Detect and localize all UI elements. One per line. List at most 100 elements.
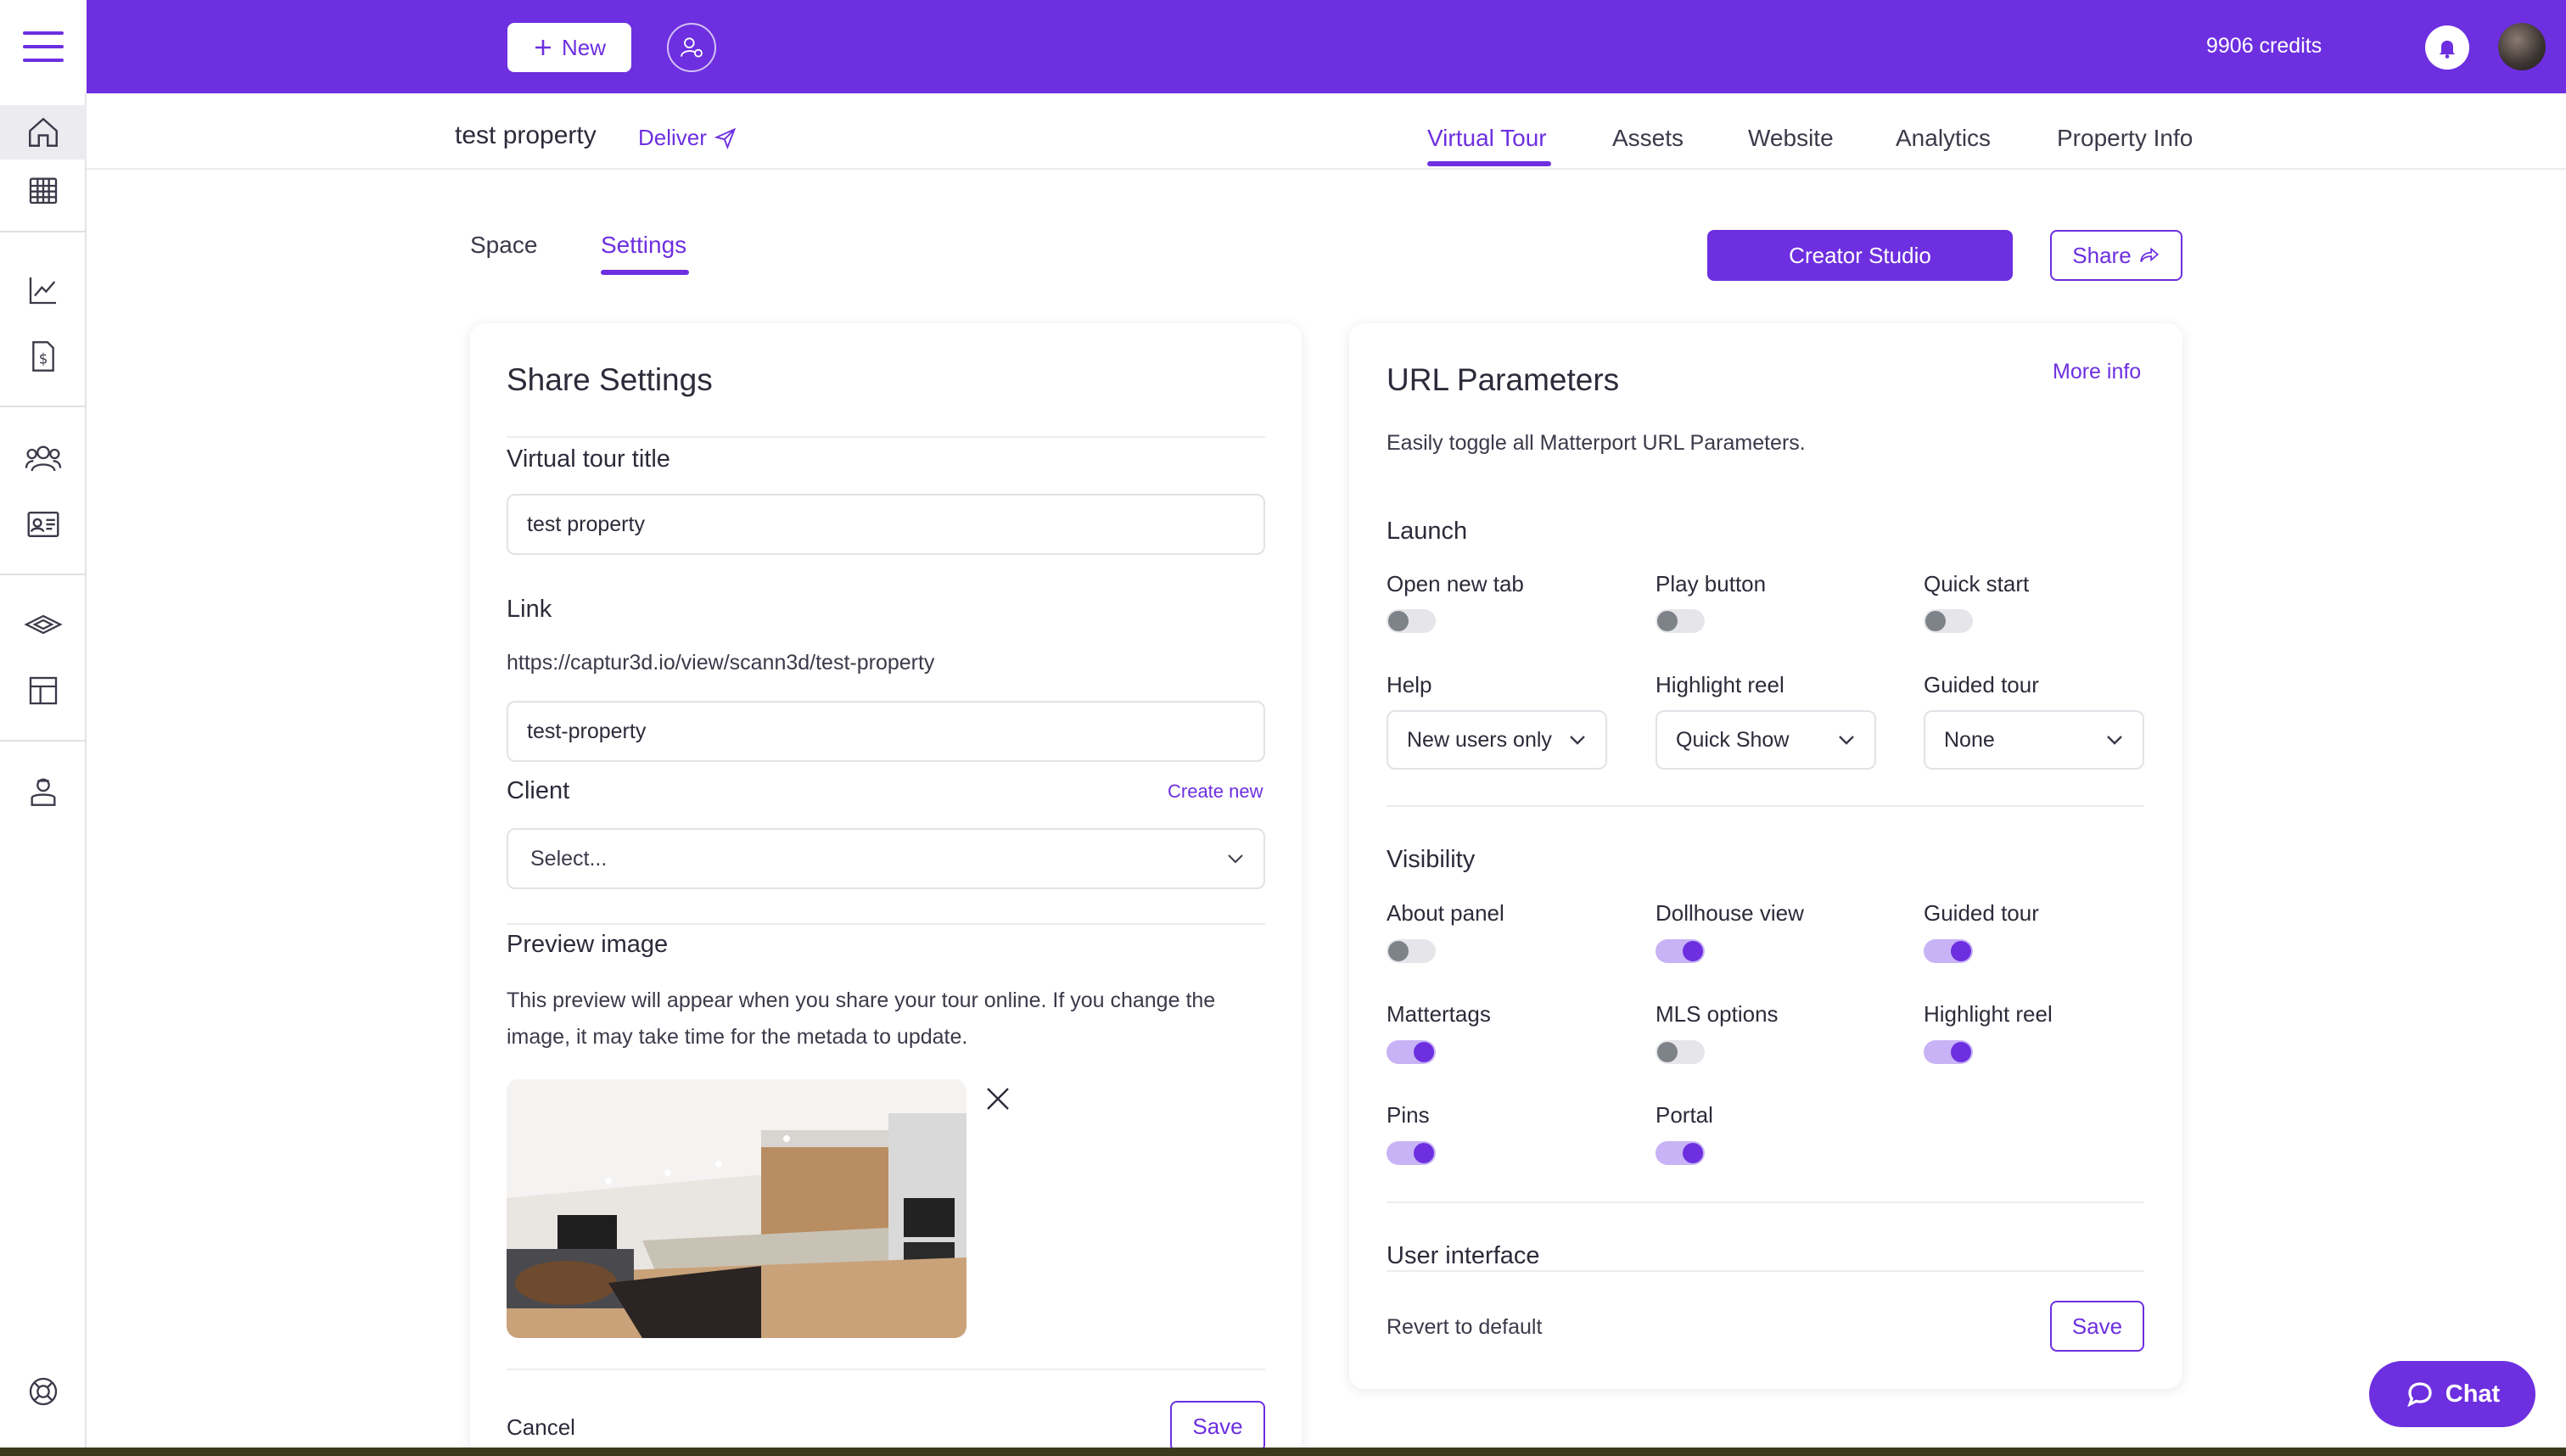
sidebar-item-analytics[interactable] — [23, 270, 64, 311]
preview-image-description: This preview will appear when you share … — [507, 988, 1216, 1049]
portal-toggle[interactable] — [1656, 1141, 1705, 1165]
creator-studio-button[interactable]: Creator Studio — [1707, 230, 2013, 281]
share-arrow-icon — [2140, 247, 2159, 262]
new-button[interactable]: New — [507, 23, 631, 72]
sidebar-item-invoices[interactable]: $ — [23, 336, 64, 377]
deliver-link[interactable]: Deliver — [638, 125, 737, 151]
share-settings-save-button[interactable]: Save — [1170, 1401, 1265, 1452]
sidebar-item-spaces[interactable] — [23, 604, 64, 645]
help-lifebuoy-icon — [29, 1377, 58, 1406]
url-parameters-title: URL Parameters — [1387, 362, 1620, 397]
cancel-button[interactable]: Cancel — [507, 1414, 575, 1441]
home-icon — [29, 117, 58, 147]
analytics-chart-icon — [29, 277, 56, 305]
client-label: Client — [507, 777, 570, 804]
active-subtab-indicator — [601, 270, 689, 275]
sidebar-item-contacts[interactable] — [23, 504, 64, 545]
sidebar-item-layouts[interactable] — [23, 670, 64, 711]
about-panel-toggle[interactable] — [1387, 939, 1436, 963]
more-info-link[interactable]: More info — [2053, 360, 2141, 384]
open-new-tab-label: Open new tab — [1387, 571, 1524, 596]
client-select[interactable]: Select... — [507, 828, 1265, 889]
tab-website[interactable]: Website — [1748, 125, 1834, 152]
sidebar-item-team[interactable] — [23, 438, 64, 479]
preview-image-label: Preview image — [507, 931, 669, 958]
share-settings-card: Share Settings Virtual tour title test p… — [470, 323, 1302, 1456]
tour-title-label: Virtual tour title — [507, 445, 670, 473]
mls-options-toggle[interactable] — [1656, 1040, 1705, 1064]
guided-tour-select[interactable]: None — [1924, 710, 2144, 770]
tab-virtual-tour[interactable]: Virtual Tour — [1427, 125, 1547, 152]
highlight-reel-select-value: Quick Show — [1676, 727, 1790, 752]
chevron-down-icon — [1570, 736, 1585, 745]
help-select[interactable]: New users only — [1387, 710, 1607, 770]
sidebar-item-calendar[interactable] — [23, 170, 64, 210]
user-settings-icon — [681, 37, 703, 58]
sidebar-item-profile[interactable] — [23, 770, 64, 811]
create-new-client-link[interactable]: Create new — [1168, 781, 1263, 803]
play-button-toggle[interactable] — [1656, 609, 1705, 633]
highlight-reel-toggle[interactable] — [1924, 1040, 1973, 1064]
tab-property-info[interactable]: Property Info — [2057, 125, 2193, 152]
url-parameters-save-button[interactable]: Save — [2050, 1301, 2144, 1352]
chat-label: Chat — [2445, 1380, 2501, 1408]
user-avatar[interactable] — [2498, 23, 2546, 70]
contact-card-icon — [27, 511, 59, 538]
subtab-space[interactable]: Space — [470, 232, 537, 259]
revert-to-default-button[interactable]: Revert to default — [1387, 1315, 1542, 1340]
share-button[interactable]: Share — [2050, 230, 2182, 281]
subtab-settings[interactable]: Settings — [601, 232, 686, 259]
user-badge-icon — [31, 778, 56, 806]
guided-tour-select-value: None — [1944, 727, 1995, 752]
dollhouse-view-toggle[interactable] — [1656, 939, 1705, 963]
link-url: https://captur3d.io/view/scann3d/test-pr… — [507, 651, 935, 675]
deliver-label: Deliver — [638, 125, 707, 150]
mattertags-toggle[interactable] — [1387, 1040, 1436, 1064]
pins-label: Pins — [1387, 1102, 1430, 1128]
open-new-tab-toggle[interactable] — [1387, 609, 1436, 633]
link-label: Link — [507, 596, 552, 623]
chat-bubble-icon — [2406, 1382, 2432, 1408]
guided-tour-label: Guided tour — [1924, 900, 2039, 926]
menu-button[interactable] — [0, 0, 87, 93]
property-title: test property — [455, 121, 597, 149]
highlight-reel-select[interactable]: Quick Show — [1656, 710, 1876, 770]
chevron-down-icon — [1228, 854, 1243, 864]
chat-button[interactable]: Chat — [2369, 1361, 2535, 1427]
svg-text:$: $ — [39, 350, 48, 367]
plus-icon — [535, 40, 551, 55]
sidebar: $ — [0, 0, 87, 1456]
sidebar-item-home[interactable] — [0, 105, 87, 160]
notifications-button[interactable] — [2425, 25, 2469, 70]
tab-analytics[interactable]: Analytics — [1896, 125, 1991, 152]
sidebar-item-help[interactable] — [23, 1371, 64, 1412]
url-parameters-description: Easily toggle all Matterport URL Paramet… — [1387, 431, 1806, 455]
url-parameters-card: URL Parameters More info Easily toggle a… — [1349, 323, 2182, 1389]
remove-image-icon[interactable] — [984, 1085, 1011, 1112]
new-button-label: New — [561, 34, 606, 60]
mattertags-label: Mattertags — [1387, 1001, 1491, 1027]
invoice-icon: $ — [32, 341, 54, 372]
dollhouse-view-label: Dollhouse view — [1656, 900, 1804, 926]
share-settings-title: Share Settings — [507, 362, 713, 397]
tour-title-value: test property — [527, 512, 645, 536]
chevron-down-icon — [2107, 736, 2122, 745]
chevron-down-icon — [1839, 736, 1854, 745]
credits-count: 9906 credits — [2206, 34, 2322, 58]
highlight-reel-select-label: Highlight reel — [1656, 672, 1784, 697]
link-slug-input[interactable]: test-property — [507, 701, 1265, 762]
quick-start-toggle[interactable] — [1924, 609, 1973, 633]
help-select-value: New users only — [1407, 727, 1552, 752]
tour-title-input[interactable]: test property — [507, 494, 1265, 555]
highlight-reel-label: Highlight reel — [1924, 1001, 2053, 1027]
link-slug-value: test-property — [527, 719, 647, 743]
hamburger-menu-icon — [23, 31, 64, 62]
top-bar — [0, 0, 2566, 93]
pins-toggle[interactable] — [1387, 1141, 1436, 1165]
bottom-background-strip — [0, 1448, 2566, 1456]
share-button-label: Share — [2072, 242, 2132, 268]
layers-icon — [24, 614, 63, 635]
user-settings-button[interactable] — [667, 23, 716, 72]
tab-assets[interactable]: Assets — [1612, 125, 1684, 152]
guided-tour-toggle[interactable] — [1924, 939, 1973, 963]
